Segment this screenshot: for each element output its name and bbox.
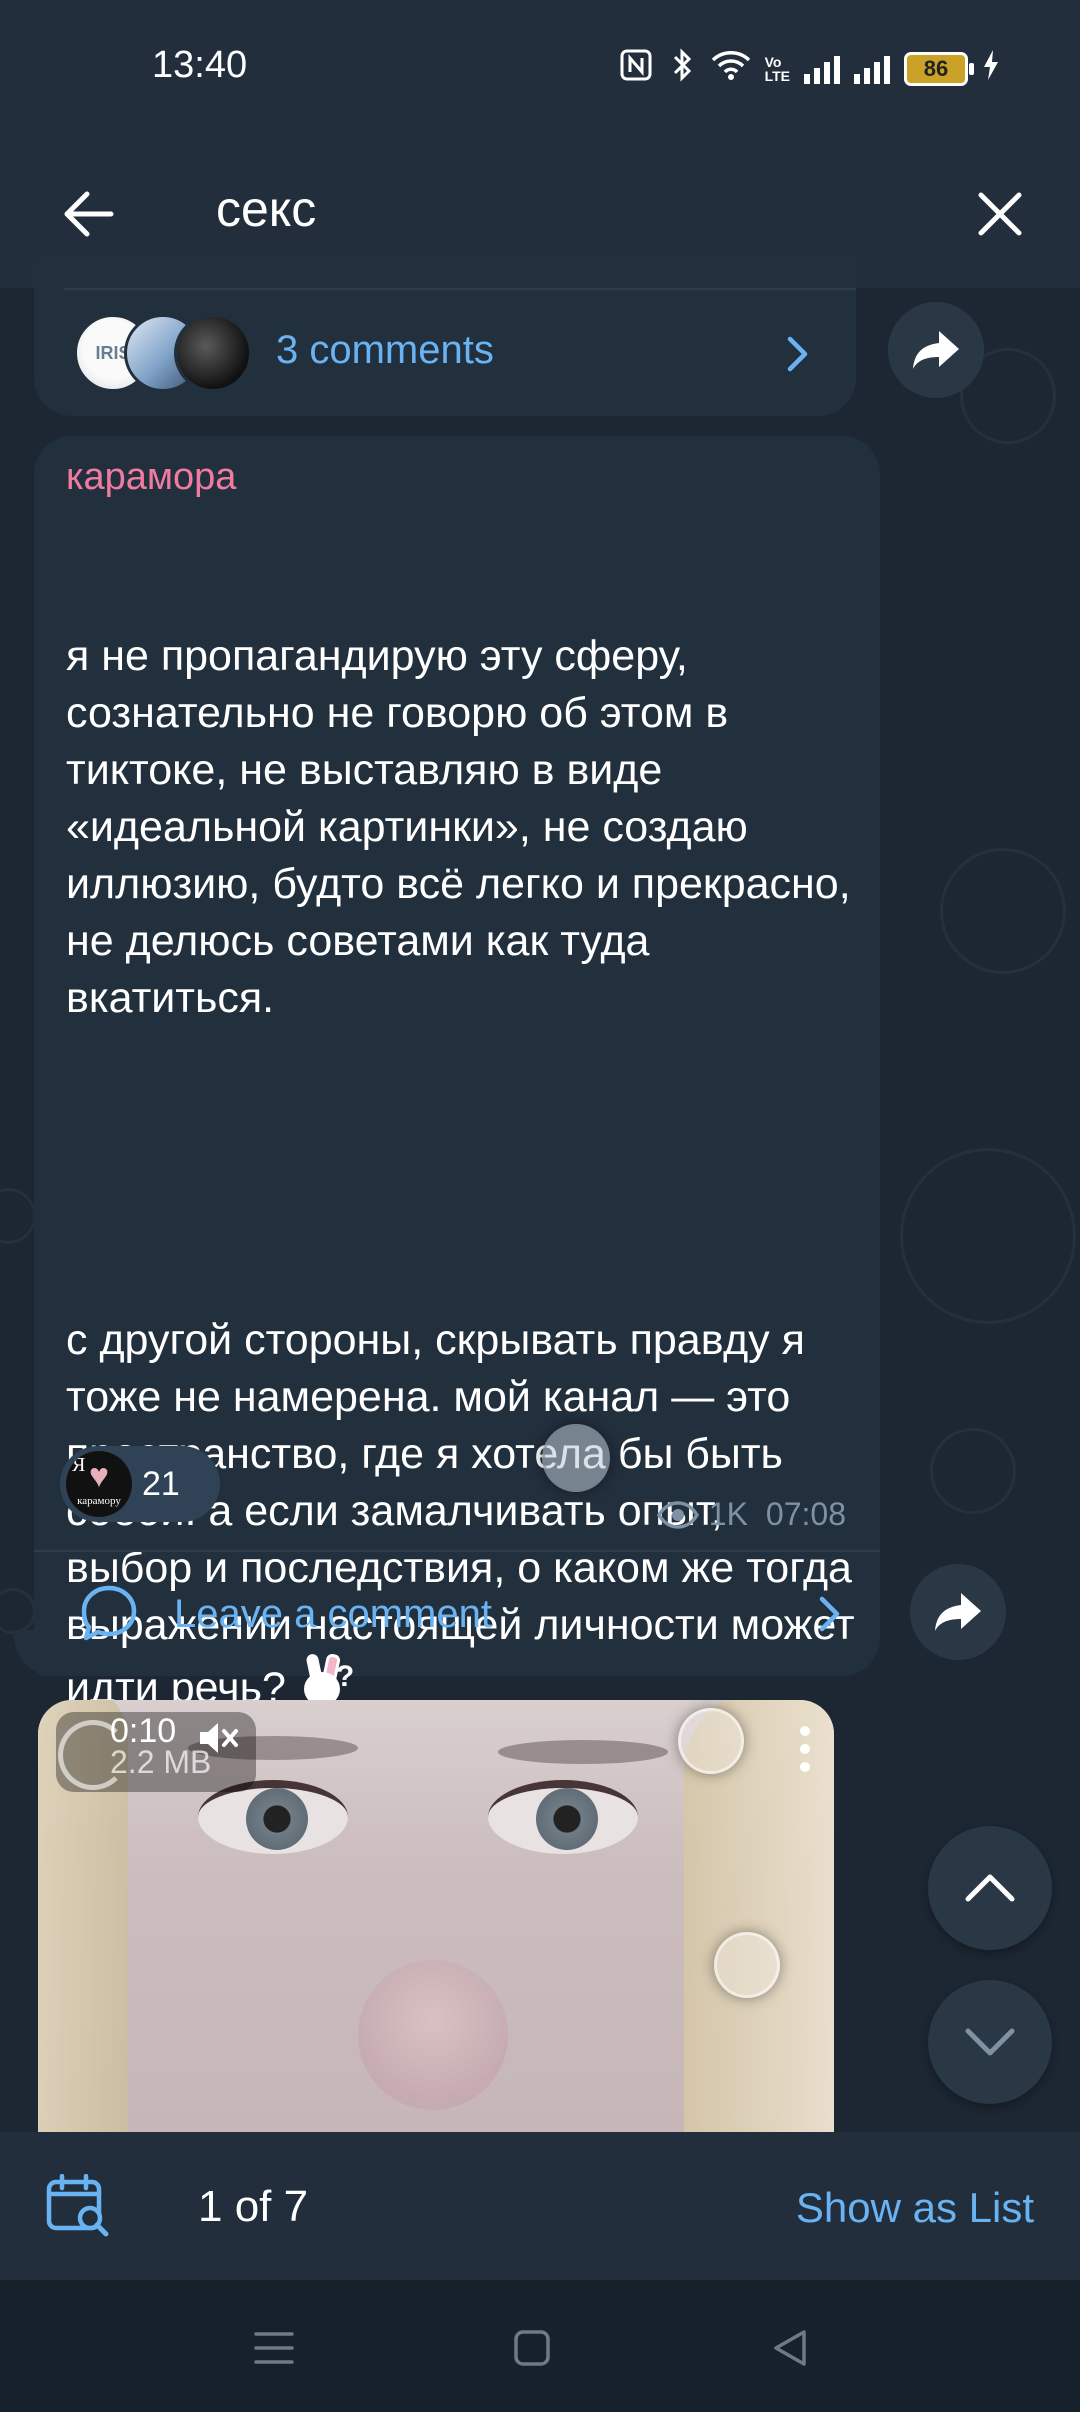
bluetooth-icon <box>667 48 697 90</box>
heart-icon: ♥ <box>88 1457 110 1495</box>
share-button[interactable] <box>910 1564 1006 1660</box>
close-search-button[interactable] <box>964 178 1036 250</box>
video-size: 2.2 MB <box>110 1744 212 1780</box>
touch-indicator <box>542 1424 610 1492</box>
message-time: 07:08 <box>765 1496 846 1532</box>
recent-apps-button[interactable] <box>246 2320 302 2376</box>
avatar <box>174 314 252 392</box>
close-icon <box>978 192 1022 236</box>
nfc-icon <box>619 48 653 90</box>
message-meta: 1K 07:08 <box>656 1496 846 1533</box>
more-options-icon[interactable] <box>800 1726 810 1772</box>
chevron-down-icon <box>965 2028 1015 2056</box>
status-bar: 13:40 Vo LTE 86 <box>0 0 1080 140</box>
comments-link[interactable]: 3 comments <box>276 328 494 373</box>
reaction-sticker-icon: Я ♥ карамору <box>66 1451 132 1517</box>
commenter-avatars[interactable]: IRIS <box>74 314 254 392</box>
home-square-icon <box>514 2330 550 2366</box>
reaction-count: 21 <box>142 1464 180 1503</box>
comment-bubble-icon <box>81 1585 137 1641</box>
arrow-left-icon <box>64 191 114 237</box>
signal-1-icon <box>804 54 840 84</box>
system-back-button[interactable] <box>762 2320 818 2376</box>
previous-result-button[interactable] <box>928 1826 1052 1950</box>
signal-2-icon <box>854 54 890 84</box>
share-button[interactable] <box>888 302 984 398</box>
charging-icon <box>982 49 1000 89</box>
show-as-list-button[interactable]: Show as List <box>796 2184 1034 2232</box>
mute-icon[interactable] <box>198 1720 240 1756</box>
status-time: 13:40 <box>152 44 248 86</box>
menu-icon <box>254 2332 294 2364</box>
divider <box>64 288 856 290</box>
chevron-up-icon <box>965 1874 1015 1902</box>
calendar-search-icon[interactable] <box>46 2173 112 2243</box>
author-name[interactable]: карамора <box>66 456 236 499</box>
reaction-chip[interactable]: Я ♥ карамору 21 <box>60 1446 220 1522</box>
back-button[interactable] <box>52 178 124 250</box>
volte-icon: Vo LTE <box>764 54 790 84</box>
status-icons: Vo LTE 86 <box>619 48 1000 90</box>
share-icon <box>935 1593 981 1631</box>
message-bubble[interactable]: карамора я не пропагандирую эту сферу, с… <box>34 436 880 1712</box>
search-query[interactable]: секс <box>216 180 316 238</box>
share-icon <box>913 331 959 369</box>
leave-comment-link[interactable]: Leave a comment <box>174 1592 492 1637</box>
leave-comment-row[interactable]: Leave a comment <box>34 1552 880 1676</box>
system-navigation-bar <box>0 2280 1080 2412</box>
chevron-right-icon[interactable] <box>778 334 818 374</box>
touch-indicator <box>678 1708 744 1774</box>
chevron-right-icon[interactable] <box>810 1594 850 1634</box>
eye-icon <box>656 1500 699 1529</box>
home-button[interactable] <box>504 2320 560 2376</box>
video-message[interactable]: 0:10 2.2 MB <box>38 1700 834 2140</box>
search-results-bar: 1 of 7 Show as List <box>0 2132 1080 2280</box>
wifi-icon <box>711 49 751 89</box>
message-paragraph: я не пропагандирую эту сферу, сознательн… <box>66 632 863 1022</box>
views-count: 1K <box>708 1496 748 1532</box>
next-result-button[interactable] <box>928 1980 1052 2104</box>
touch-indicator <box>714 1932 780 1998</box>
result-counter: 1 of 7 <box>198 2182 309 2231</box>
previous-post-bubble: IRIS 3 comments <box>34 258 856 416</box>
triangle-back-icon <box>774 2330 806 2366</box>
battery-icon: 86 <box>904 52 974 86</box>
